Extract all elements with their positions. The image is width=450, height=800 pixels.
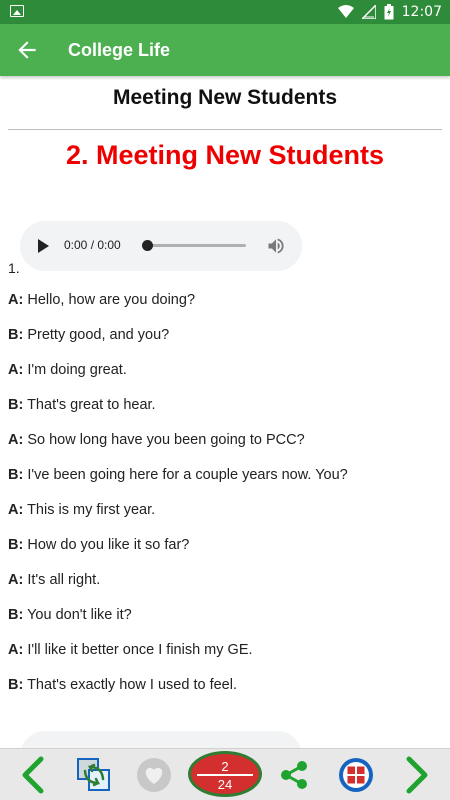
dialogue-line: A: It's all right. xyxy=(8,570,442,605)
chevron-right-icon xyxy=(406,756,428,794)
app-title: College Life xyxy=(68,40,171,60)
play-icon[interactable] xyxy=(38,239,49,253)
divider xyxy=(8,129,442,130)
back-arrow-icon[interactable] xyxy=(14,37,40,63)
dialogue: A: Hello, how are you doing? B: Pretty g… xyxy=(8,290,442,710)
wifi-icon xyxy=(337,5,354,18)
dialogue-line: B: I've been going here for a couple yea… xyxy=(8,465,442,500)
line-text: You don't like it? xyxy=(23,607,132,623)
grid-menu-icon xyxy=(339,758,373,792)
speaker-label: B: xyxy=(8,607,24,623)
line-text: I've been going here for a couple years … xyxy=(23,467,348,483)
dialogue-line: B: How do you like it so far? xyxy=(8,535,442,570)
total-pages: 24 xyxy=(217,777,233,792)
dialogue-line: A: So how long have you been going to PC… xyxy=(8,430,442,465)
audio-seek-bar[interactable] xyxy=(148,244,246,247)
heart-icon xyxy=(137,758,171,792)
speaker-label: B: xyxy=(8,397,24,413)
speaker-label: A: xyxy=(8,572,24,588)
line-text: How do you like it so far? xyxy=(23,537,190,553)
speaker-label: A: xyxy=(8,502,24,518)
counter-divider xyxy=(197,774,253,776)
line-text: Pretty good, and you? xyxy=(23,327,170,343)
lesson-title: 2. Meeting New Students xyxy=(65,140,385,170)
line-text: So how long have you been going to PCC? xyxy=(23,432,305,448)
status-icons: 12:07 xyxy=(337,3,442,21)
speaker-label: A: xyxy=(8,432,24,448)
image-notification-icon xyxy=(10,5,24,17)
dialogue-line: A: Hello, how are you doing? xyxy=(8,290,442,325)
speaker-label: B: xyxy=(8,327,24,343)
line-text: This is my first year. xyxy=(23,502,156,518)
audio-seek-thumb[interactable] xyxy=(142,240,153,251)
dialogue-line: A: I'm doing great. xyxy=(8,360,442,395)
speaker-label: A: xyxy=(8,642,24,658)
audio-player: 0:00 / 0:00 xyxy=(20,221,302,271)
menu-grid-button[interactable] xyxy=(334,749,378,800)
dialogue-line: B: Pretty good, and you? xyxy=(8,325,442,360)
current-page: 2 xyxy=(221,759,229,774)
line-text: That's exactly how I used to feel. xyxy=(23,677,237,693)
dialogue-line: A: This is my first year. xyxy=(8,500,442,535)
dialogue-line: A: I'll like it better once I finish my … xyxy=(8,640,442,675)
dialogue-line: B: That's exactly how I used to feel. xyxy=(8,675,442,710)
volume-icon[interactable] xyxy=(266,236,286,256)
speaker-label: A: xyxy=(8,362,24,378)
line-text: It's all right. xyxy=(23,572,101,588)
favorite-button[interactable] xyxy=(132,749,176,800)
speaker-label: B: xyxy=(8,677,24,693)
status-bar: 12:07 xyxy=(0,0,450,24)
line-text: That's great to hear. xyxy=(23,397,156,413)
line-text: I'm doing great. xyxy=(23,362,127,378)
speaker-label: B: xyxy=(8,537,24,553)
app-bar: College Life xyxy=(0,24,450,76)
page-counter[interactable]: 2 24 xyxy=(188,751,262,797)
status-time: 12:07 xyxy=(401,4,442,20)
speaker-label: A: xyxy=(8,292,24,308)
share-icon xyxy=(281,761,307,789)
line-text: Hello, how are you doing? xyxy=(23,292,196,308)
switch-icon xyxy=(77,758,110,791)
prev-button[interactable] xyxy=(10,749,54,800)
speaker-label: B: xyxy=(8,467,24,483)
dialogue-line: B: You don't like it? xyxy=(8,605,442,640)
battery-icon xyxy=(384,4,394,20)
signal-icon xyxy=(361,5,376,19)
line-text: I'll like it better once I finish my GE. xyxy=(23,642,253,658)
next-button[interactable] xyxy=(396,749,440,800)
switch-button[interactable] xyxy=(72,749,116,800)
chevron-left-icon xyxy=(22,756,44,794)
page-heading: Meeting New Students xyxy=(112,86,338,109)
share-button[interactable] xyxy=(272,749,316,800)
item-number: 1. xyxy=(8,260,20,276)
audio-time: 0:00 / 0:00 xyxy=(64,238,121,252)
dialogue-line: B: That's great to hear. xyxy=(8,395,442,430)
